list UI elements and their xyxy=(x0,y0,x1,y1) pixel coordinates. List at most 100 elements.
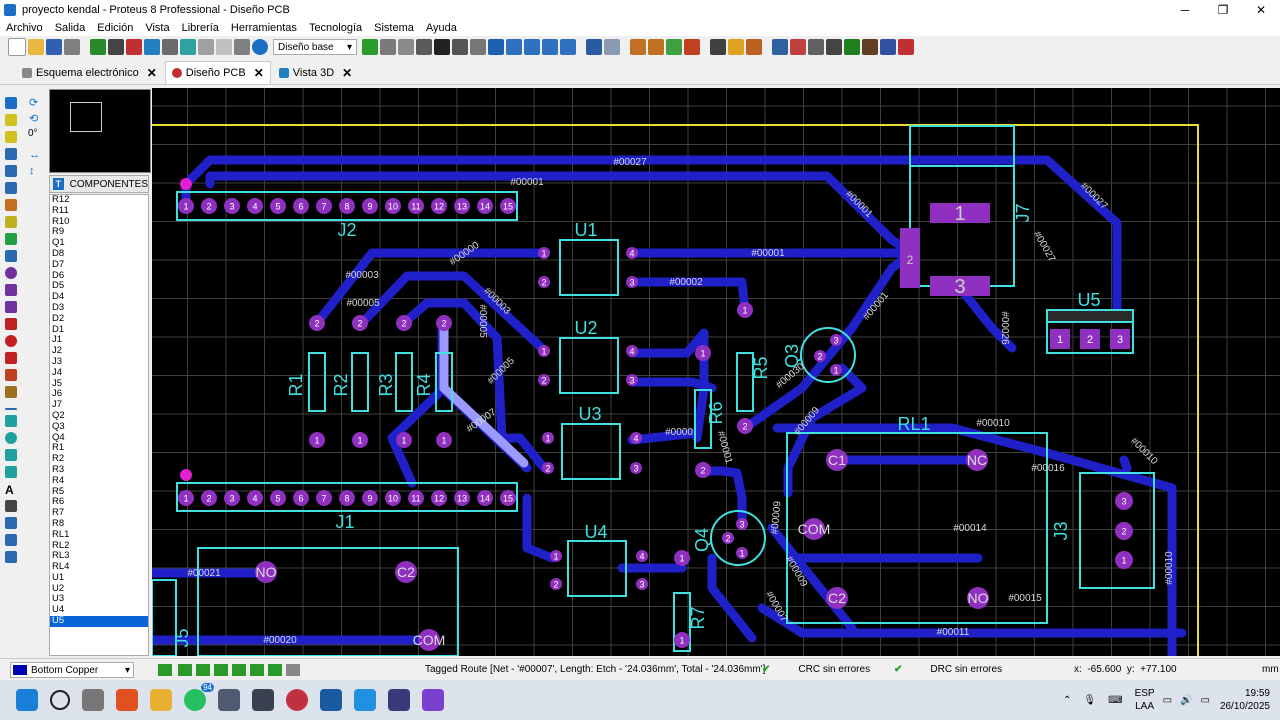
layer-stack-icon[interactable] xyxy=(158,664,172,676)
ratsnest-mode-icon[interactable] xyxy=(5,199,17,211)
zone-mode-icon[interactable] xyxy=(5,182,17,194)
battery-icon[interactable]: ▭ xyxy=(1200,695,1209,706)
network-icon[interactable]: ▭ xyxy=(1163,695,1172,706)
overview-window[interactable] xyxy=(49,89,151,173)
zoom-out-icon[interactable] xyxy=(524,39,540,55)
menu-tecnologia[interactable]: Tecnología xyxy=(303,20,368,36)
component-list-item[interactable]: R7 xyxy=(50,507,148,519)
component-list-item[interactable]: R3 xyxy=(50,464,148,476)
track-mode-icon[interactable] xyxy=(5,148,17,160)
schematic-icon[interactable] xyxy=(108,39,124,55)
cut-icon[interactable] xyxy=(630,39,646,55)
drc-status[interactable]: ✔ DRC sin errores xyxy=(894,664,1002,675)
menu-archivo[interactable]: Archivo xyxy=(0,20,49,36)
component-list-item[interactable]: R9 xyxy=(50,227,148,238)
zoom-area-icon[interactable] xyxy=(560,39,576,55)
pcb-layout[interactable]: 1 2 3 4 5 6 7 8 9 10 11 12 13 14 151 2 3 4 5 6 7 8 9 10 11 12 13 14… xyxy=(152,88,1280,656)
box-icon[interactable] xyxy=(5,415,17,427)
component-list-item[interactable]: D8 xyxy=(50,248,148,260)
close-tab-icon[interactable]: ✕ xyxy=(254,66,264,80)
component-list-item[interactable]: D5 xyxy=(50,281,148,292)
binoculars-icon[interactable] xyxy=(826,39,842,55)
probe-icon[interactable] xyxy=(5,233,17,245)
symbol-icon[interactable] xyxy=(5,500,17,512)
layer-select[interactable]: Diseño base ▾ xyxy=(273,39,357,55)
minimize-button[interactable]: ─ xyxy=(1166,0,1204,20)
package-mode-icon[interactable] xyxy=(5,131,17,143)
clock[interactable]: 19:59 26/10/2025 xyxy=(1220,687,1270,713)
mirror-y-icon[interactable]: ↕ xyxy=(29,165,41,177)
flip-icon[interactable] xyxy=(380,39,396,55)
component-list-item[interactable]: D6 xyxy=(50,270,148,282)
component-list-item[interactable]: R6 xyxy=(50,497,148,508)
keyboard-icon[interactable]: ⌨ xyxy=(1108,695,1122,706)
edge-pad-icon[interactable] xyxy=(5,318,17,330)
component-list-item[interactable]: U2 xyxy=(50,583,148,595)
arc-icon[interactable] xyxy=(5,449,17,461)
design-explorer-icon[interactable] xyxy=(198,39,214,55)
menu-salida[interactable]: Salida xyxy=(49,20,92,36)
component-list-item[interactable]: D3 xyxy=(50,302,148,314)
layout-icon[interactable] xyxy=(5,551,17,563)
close-tab-icon[interactable]: ✕ xyxy=(147,66,157,80)
stop-icon[interactable] xyxy=(232,664,246,676)
component-list-item[interactable]: D4 xyxy=(50,291,148,303)
tab-schematic[interactable]: Esquema electrónico ✕ xyxy=(16,62,163,84)
source-icon[interactable] xyxy=(234,39,250,55)
component-list-item[interactable]: D2 xyxy=(50,313,148,325)
drc-icon[interactable] xyxy=(898,39,914,55)
snap-icon[interactable] xyxy=(268,664,282,676)
component-list-item[interactable]: R4 xyxy=(50,475,148,487)
save-icon[interactable] xyxy=(46,39,62,55)
component-list-item[interactable]: J5 xyxy=(50,378,148,390)
package-icon[interactable] xyxy=(728,39,744,55)
metric-icon[interactable] xyxy=(434,39,450,55)
terminal-icon[interactable] xyxy=(388,689,410,711)
component-list-item[interactable]: Q4 xyxy=(50,432,148,444)
pcb-canvas[interactable]: 1 2 3 4 5 6 7 8 9 10 11 12 13 14 15 1 2 3 4 5 6 7 8 9 10 11 12 13 14… xyxy=(152,88,1280,656)
circle-icon[interactable] xyxy=(5,432,17,444)
pcb-icon[interactable] xyxy=(126,39,142,55)
menu-libreria[interactable]: Librería xyxy=(176,20,225,36)
component-list-item[interactable]: U1 xyxy=(50,572,148,584)
polygon-pad-icon[interactable] xyxy=(5,369,17,381)
whatsapp-icon[interactable]: 94 xyxy=(184,683,214,711)
3d-icon[interactable] xyxy=(144,39,160,55)
chrome-icon[interactable] xyxy=(286,689,308,711)
component-list-item[interactable]: J6 xyxy=(50,389,148,400)
search-icon[interactable] xyxy=(50,690,70,710)
play-icon[interactable] xyxy=(178,664,192,676)
file-explorer-icon[interactable] xyxy=(150,689,172,711)
component-list-item[interactable]: Q3 xyxy=(50,421,148,433)
tab-pcb[interactable]: Diseño PCB ✕ xyxy=(164,61,271,84)
marker-icon[interactable] xyxy=(5,517,17,529)
menu-vista[interactable]: Vista xyxy=(139,20,175,36)
bom-icon[interactable] xyxy=(180,39,196,55)
new-file-icon[interactable] xyxy=(8,38,26,56)
volume-icon[interactable]: 🔊 xyxy=(1180,695,1192,706)
brave-icon[interactable] xyxy=(116,689,138,711)
close-button[interactable]: ✕ xyxy=(1242,0,1280,20)
rotation-angle[interactable]: 0° xyxy=(28,128,46,139)
output-icon[interactable] xyxy=(880,39,896,55)
pause-icon[interactable] xyxy=(214,664,228,676)
component-list-item[interactable]: D1 xyxy=(50,324,148,336)
dimension-icon[interactable] xyxy=(5,250,17,262)
smt-pad-icon[interactable] xyxy=(5,352,17,364)
component-list-item[interactable]: Q1 xyxy=(50,237,148,249)
component-list-item[interactable]: J2 xyxy=(50,345,148,357)
paste-icon[interactable] xyxy=(666,39,682,55)
stack-icon[interactable] xyxy=(422,689,444,711)
route-icon[interactable] xyxy=(808,39,824,55)
import-icon[interactable] xyxy=(64,39,80,55)
board-icon[interactable] xyxy=(862,39,878,55)
close-tab-icon[interactable]: ✕ xyxy=(342,66,352,80)
grid-icon[interactable] xyxy=(398,39,414,55)
rotate-cw-icon[interactable]: ⟳ xyxy=(29,96,41,109)
path-icon[interactable] xyxy=(5,466,17,478)
component-list-item[interactable]: Q2 xyxy=(50,410,148,422)
component-list-item[interactable]: R5 xyxy=(50,486,148,498)
origin-icon[interactable] xyxy=(452,39,468,55)
redo-icon[interactable] xyxy=(604,39,620,55)
task-view-icon[interactable] xyxy=(82,689,104,711)
